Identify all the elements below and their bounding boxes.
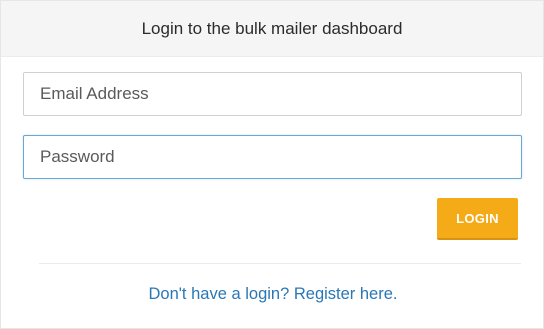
login-button[interactable]: LOGIN [437,198,518,240]
login-panel: Login to the bulk mailer dashboard LOGIN… [0,0,544,329]
register-link[interactable]: Don't have a login? Register here. [1,285,544,304]
email-field[interactable] [23,72,522,116]
password-field[interactable] [23,135,522,179]
panel-heading: Login to the bulk mailer dashboard [1,1,543,57]
divider [39,263,521,264]
panel-title: Login to the bulk mailer dashboard [141,18,403,38]
